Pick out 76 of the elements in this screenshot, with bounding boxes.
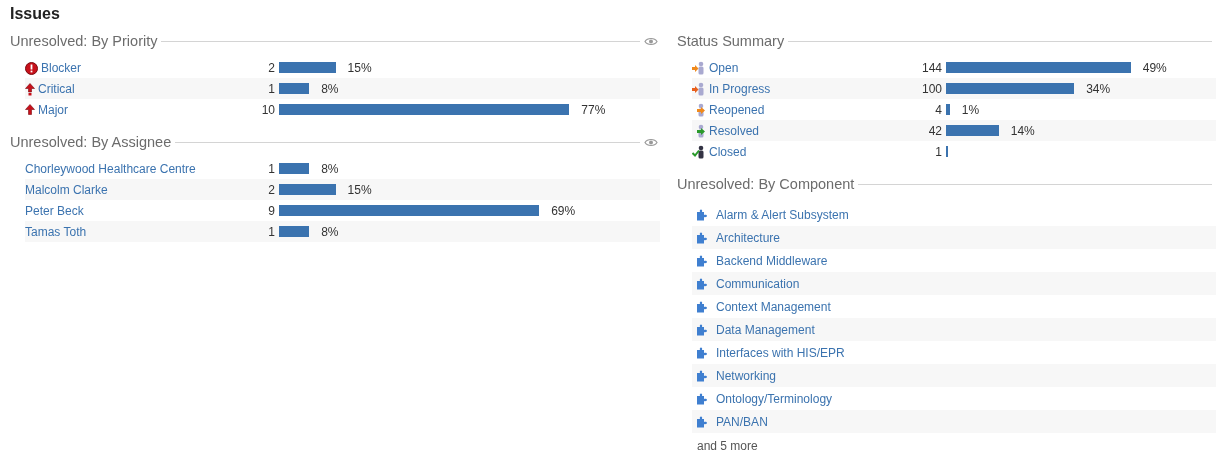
up-arrow-icon bbox=[25, 103, 35, 115]
person-arrow-icon bbox=[692, 81, 706, 97]
filter-link[interactable]: Blocker bbox=[41, 60, 81, 75]
filter-link[interactable]: Chorleywood Healthcare Centre bbox=[25, 161, 196, 176]
eye-icon[interactable] bbox=[644, 137, 658, 147]
percentage-bar bbox=[946, 125, 999, 136]
status-link[interactable]: Closed bbox=[709, 144, 747, 159]
issue-count: 100 bbox=[920, 81, 942, 96]
percentage-text: 69% bbox=[551, 203, 576, 218]
puzzle-icon bbox=[696, 300, 708, 313]
filter-link[interactable]: Peter Beck bbox=[25, 203, 84, 218]
issue-count: 42 bbox=[927, 123, 942, 138]
puzzle-icon bbox=[696, 392, 708, 405]
percentage-text: 8% bbox=[321, 161, 339, 176]
issue-count: 144 bbox=[920, 60, 942, 75]
puzzle-icon bbox=[696, 369, 708, 382]
component-link[interactable]: Ontology/Terminology bbox=[716, 391, 833, 406]
puzzle-icon bbox=[696, 346, 708, 359]
issue-count: 4 bbox=[934, 102, 942, 117]
section-title: Unresolved: By Assignee bbox=[10, 134, 172, 150]
person-check-icon bbox=[692, 144, 706, 160]
stop-icon bbox=[25, 61, 38, 75]
person-arrow-icon bbox=[692, 60, 706, 76]
percentage-text: 49% bbox=[1142, 60, 1167, 75]
percentage-text: 8% bbox=[321, 224, 339, 239]
component-link[interactable]: Context Management bbox=[716, 299, 831, 314]
percentage-bar bbox=[279, 83, 310, 94]
status-link[interactable]: Open bbox=[709, 60, 739, 75]
issue-count: 10 bbox=[260, 102, 275, 117]
issue-count: 1 bbox=[267, 224, 275, 239]
component-link[interactable]: Interfaces with HIS/EPR bbox=[716, 345, 845, 360]
issue-count: 1 bbox=[934, 144, 942, 159]
issue-count: 1 bbox=[267, 161, 275, 176]
filter-link[interactable]: Malcolm Clarke bbox=[25, 182, 108, 197]
percentage-bar bbox=[946, 104, 950, 115]
section-title: Status Summary bbox=[677, 33, 785, 49]
component-link[interactable]: Networking bbox=[716, 368, 777, 383]
puzzle-icon bbox=[696, 231, 708, 244]
issue-count: 9 bbox=[267, 203, 275, 218]
percentage-text: 8% bbox=[321, 81, 339, 96]
issue-count: 2 bbox=[267, 60, 275, 75]
component-link[interactable]: Communication bbox=[716, 276, 800, 291]
status-link[interactable]: Reopened bbox=[709, 102, 765, 117]
component-link[interactable]: Architecture bbox=[716, 230, 781, 245]
filter-link[interactable]: Critical bbox=[38, 81, 75, 96]
puzzle-icon bbox=[696, 254, 708, 267]
percentage-text: 34% bbox=[1086, 81, 1111, 96]
percentage-text: 14% bbox=[1010, 123, 1035, 138]
puzzle-icon bbox=[696, 415, 708, 428]
percentage-text: 77% bbox=[581, 102, 606, 117]
page-title: Issues bbox=[10, 4, 61, 24]
more-text: and 5 more bbox=[696, 438, 759, 453]
component-link[interactable]: Backend Middleware bbox=[716, 253, 828, 268]
puzzle-icon bbox=[696, 323, 708, 336]
issue-count: 1 bbox=[267, 81, 275, 96]
filter-link[interactable]: Major bbox=[38, 102, 68, 117]
filter-link[interactable]: Tamas Toth bbox=[25, 224, 87, 239]
up-arrow-icon bbox=[25, 82, 35, 96]
percentage-text: 15% bbox=[347, 182, 372, 197]
eye-icon[interactable] bbox=[644, 36, 658, 46]
section-title: Unresolved: By Component bbox=[677, 176, 855, 192]
component-link[interactable]: Data Management bbox=[716, 322, 815, 337]
percentage-bar bbox=[279, 184, 336, 195]
issue-count: 2 bbox=[267, 182, 275, 197]
percentage-bar bbox=[279, 163, 310, 174]
puzzle-icon bbox=[696, 277, 708, 290]
percentage-bar bbox=[279, 226, 310, 237]
component-link[interactable]: Alarm & Alert Subsystem bbox=[716, 207, 849, 222]
status-link[interactable]: Resolved bbox=[709, 123, 760, 138]
percentage-text: 1% bbox=[961, 102, 980, 117]
percentage-bar bbox=[279, 62, 336, 73]
puzzle-icon bbox=[696, 208, 708, 221]
component-link[interactable]: PAN/BAN bbox=[716, 414, 768, 429]
status-link[interactable]: In Progress bbox=[709, 81, 771, 96]
percentage-text: 15% bbox=[347, 60, 372, 75]
section-title: Unresolved: By Priority bbox=[10, 33, 158, 49]
